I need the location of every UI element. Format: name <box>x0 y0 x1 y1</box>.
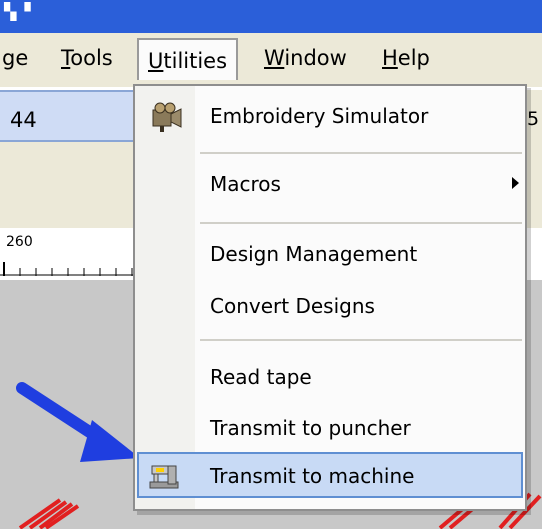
title-bar: ▚▝ <box>0 0 542 33</box>
menu-item-embroidery-simulator[interactable]: Embroidery Simulator <box>210 104 428 128</box>
menu-icon-strip <box>135 86 195 509</box>
menu-item-transmit-to-machine[interactable]: Transmit to machine <box>210 464 414 488</box>
menu-item-transmit-to-puncher[interactable]: Transmit to puncher <box>210 416 411 440</box>
menu-item-label: Window <box>264 46 347 70</box>
embroidery-machine-icon <box>149 465 179 489</box>
menu-item-label: Utilities <box>148 49 228 73</box>
ruler-label: 260 <box>6 234 33 250</box>
menu-item-convert-designs[interactable]: Convert Designs <box>210 294 375 318</box>
menu-item-label: Transmit to puncher <box>210 416 411 440</box>
menu-item-label: Transmit to machine <box>210 464 415 488</box>
menu-item-macros[interactable]: Macros <box>210 172 281 196</box>
menu-item-label: Tools <box>61 46 113 70</box>
menu-separator <box>200 152 522 154</box>
menu-item-label: Read tape <box>210 365 312 389</box>
menu-item-label: Embroidery Simulator <box>210 104 429 128</box>
ruler-ticks <box>0 262 140 276</box>
menu-item-label: Macros <box>210 172 281 196</box>
value-field-text: 44 <box>10 108 37 132</box>
menu-item-design-management[interactable]: Design Management <box>210 242 417 266</box>
menu-item-label: Convert Designs <box>210 294 375 318</box>
menu-item-utilities[interactable]: Utilities <box>137 38 239 80</box>
menu-item-image[interactable]: ge <box>2 46 28 70</box>
annotation-arrow-icon <box>16 382 140 462</box>
simulator-icon <box>152 102 182 132</box>
toolbar-fragment: 5 <box>527 108 540 130</box>
app-icon: ▚▝ <box>4 2 33 21</box>
submenu-arrow-icon <box>512 177 519 189</box>
menu-item-help[interactable]: Help <box>382 46 430 70</box>
menu-item-label: ge <box>2 46 29 70</box>
menu-item-read-tape[interactable]: Read tape <box>210 365 312 389</box>
menu-separator <box>200 222 522 224</box>
menu-item-tools[interactable]: Tools <box>61 46 113 70</box>
menu-separator <box>200 339 522 341</box>
menu-item-label: Help <box>382 46 430 70</box>
menu-item-window[interactable]: Window <box>264 46 347 70</box>
menu-item-label: Design Management <box>210 242 418 266</box>
